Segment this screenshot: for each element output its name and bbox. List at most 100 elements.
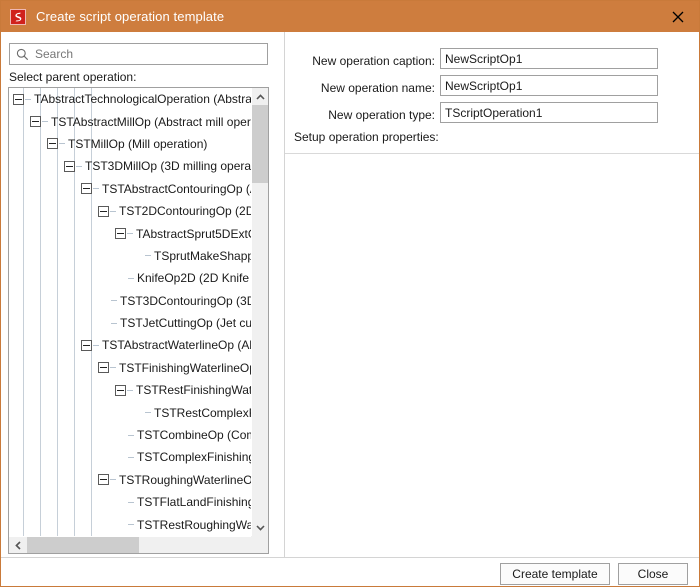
- tree-row[interactable]: TSTComplexFinishingW…: [9, 446, 251, 468]
- tree-leaf-spacer: [115, 497, 127, 508]
- tree-node-label: TST3DContouringOp (3D co…: [120, 293, 251, 308]
- tree-connector-line: [110, 367, 116, 369]
- tree-connector-line: [128, 456, 134, 458]
- dialog-footer: Create template Close: [1, 557, 699, 586]
- tree-row[interactable]: TSTMillOp (Mill operation): [9, 133, 251, 155]
- tree-leaf-spacer: [132, 407, 144, 418]
- tree-row[interactable]: TSTAbstractContouringOp (Ab…: [9, 178, 251, 200]
- field-input[interactable]: [440, 48, 658, 69]
- tree-node-label: TAbstractSprut5DExtO…: [136, 226, 251, 241]
- tree-row[interactable]: TST3DContouringOp (3D co…: [9, 290, 251, 312]
- tree-node-label: TSTComplexFinishingW…: [137, 450, 251, 465]
- chevron-left-icon: [14, 540, 21, 550]
- tree-row[interactable]: TSTJetCuttingOp (Jet cutti…: [9, 312, 251, 334]
- field-input[interactable]: [440, 75, 658, 96]
- scroll-down-button[interactable]: [252, 519, 268, 536]
- tree-expander-collapse-icon[interactable]: [81, 339, 92, 351]
- tree-expander-collapse-icon[interactable]: [115, 228, 126, 240]
- tree-row[interactable]: TSprutMakeShappe…: [9, 245, 251, 267]
- tree-vertical-scroll-thumb[interactable]: [252, 105, 268, 183]
- tree-expander-collapse-icon[interactable]: [81, 183, 92, 195]
- tree-node-label: TSTMillOp (Mill operation): [68, 136, 208, 151]
- tree-node-label: TSTFinishingWaterlineOp (F…: [119, 360, 251, 375]
- tree-connector-line: [128, 277, 134, 279]
- tree-expander-collapse-icon[interactable]: [64, 160, 75, 172]
- field-input[interactable]: [440, 102, 658, 123]
- tree-connector-line: [128, 434, 134, 436]
- tree-row[interactable]: TSTFinishingWaterlineOp (F…: [9, 357, 251, 379]
- tree-section-label: Select parent operation:: [9, 70, 137, 84]
- tree-connector-line: [128, 501, 134, 503]
- tree-connector-line: [145, 412, 151, 414]
- operation-tree[interactable]: TAbstractTechnologicalOperation (Abstrac…: [8, 87, 269, 554]
- tree-row[interactable]: TSTRestComplexFini…: [9, 401, 251, 423]
- tree-row[interactable]: TST3DMillOp (3D milling operation): [9, 155, 251, 177]
- tree-row[interactable]: TSTFlatLandFinishingOp…: [9, 491, 251, 513]
- tree-leaf-spacer: [98, 295, 110, 306]
- left-panel: Select parent operation: TAbstractTechno…: [1, 32, 284, 557]
- scroll-left-button[interactable]: [9, 537, 26, 553]
- tree-node-label: TSTCombineOp (Combin…: [137, 428, 251, 443]
- create-template-button[interactable]: Create template: [500, 563, 610, 585]
- tree-node-label: TSTAbstractContouringOp (Ab…: [102, 181, 251, 196]
- tree-horizontal-scroll-thumb[interactable]: [27, 537, 139, 553]
- tree-row[interactable]: TAbstractSprut5DExtO…: [9, 222, 251, 244]
- tree-connector-line: [127, 389, 133, 391]
- tree-connector-line: [110, 479, 116, 481]
- scroll-up-button[interactable]: [252, 88, 268, 105]
- tree-expander-collapse-icon[interactable]: [98, 474, 109, 486]
- tree-connector-line: [93, 188, 99, 190]
- tree-connector-line: [128, 524, 134, 526]
- tree-horizontal-scrollbar[interactable]: [9, 536, 268, 553]
- tree-expander-collapse-icon[interactable]: [98, 362, 109, 374]
- close-icon: [672, 11, 684, 22]
- tree-expander-collapse-icon[interactable]: [47, 138, 58, 150]
- tree-row[interactable]: TSTRestFinishingWaterli…: [9, 379, 251, 401]
- tree-row[interactable]: TSTAbstractMillOp (Abstract mill operati…: [9, 110, 251, 132]
- search-box[interactable]: [9, 43, 268, 65]
- tree-connector-line: [127, 233, 133, 235]
- tree-node-label: TST2DContouringOp (2D co…: [119, 204, 251, 219]
- tree-expander-collapse-icon[interactable]: [30, 116, 41, 128]
- tree-node-label: TSTAbstractMillOp (Abstract mill operati…: [51, 114, 251, 129]
- tree-viewport[interactable]: TAbstractTechnologicalOperation (Abstrac…: [9, 88, 251, 536]
- tree-leaf-spacer: [115, 273, 127, 284]
- tree-row[interactable]: TSTRoughingWaterlineOp (…: [9, 469, 251, 491]
- tree-connector-line: [111, 300, 117, 302]
- tree-node-label: TSTRestFinishingWaterli…: [136, 383, 251, 398]
- close-button[interactable]: [655, 1, 699, 32]
- tree-leaf-spacer: [115, 452, 127, 463]
- tree-node-label: TST3DMillOp (3D milling operation): [85, 159, 251, 174]
- field-label: New operation caption:: [312, 54, 435, 68]
- tree-row[interactable]: TST2DContouringOp (2D co…: [9, 200, 251, 222]
- tree-vertical-scrollbar[interactable]: [251, 88, 268, 536]
- tree-row[interactable]: TSTAbstractWaterlineOp (Abst…: [9, 334, 251, 356]
- chevron-down-icon: [256, 524, 265, 531]
- tree-row[interactable]: TAbstractTechnologicalOperation (Abstrac…: [9, 88, 251, 110]
- scrollbar-corner: [251, 536, 268, 553]
- tree-connector-line: [111, 322, 117, 324]
- tree-connector-line: [76, 165, 82, 167]
- tree-row[interactable]: TSTRestRoughingWater…: [9, 513, 251, 535]
- tree-connector-line: [59, 143, 65, 145]
- search-input[interactable]: [35, 45, 250, 63]
- tree-expander-collapse-icon[interactable]: [13, 93, 24, 105]
- tree-expander-collapse-icon[interactable]: [98, 205, 109, 217]
- tree-leaf-spacer: [115, 519, 127, 530]
- close-dialog-button[interactable]: Close: [618, 563, 688, 585]
- chevron-up-icon: [256, 93, 265, 100]
- setup-separator: [285, 153, 699, 154]
- tree-row[interactable]: TSTCombineOp (Combin…: [9, 424, 251, 446]
- tree-expander-collapse-icon[interactable]: [115, 384, 126, 396]
- tree-node-label: KnifeOp2D (2D Knife Cu…: [137, 271, 251, 286]
- field-label: New operation name:: [320, 81, 435, 95]
- tree-row[interactable]: KnifeOp2D (2D Knife Cu…: [9, 267, 251, 289]
